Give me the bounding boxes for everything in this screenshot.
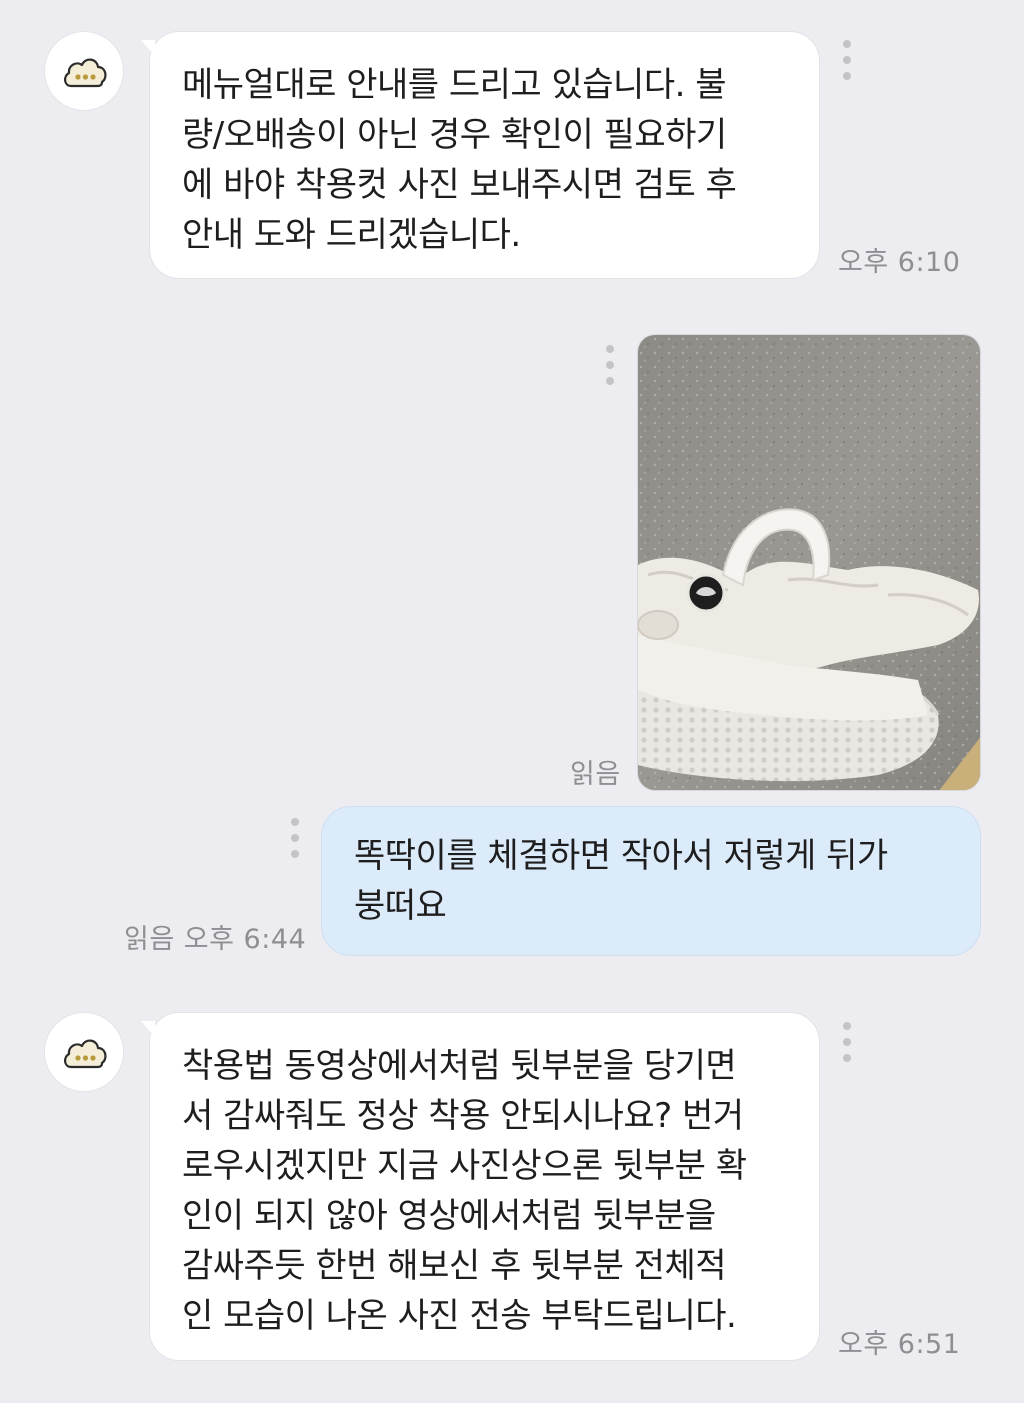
more-vertical-icon[interactable] bbox=[605, 345, 615, 389]
read-receipt-and-time: 읽음 오후 6:44 bbox=[124, 917, 306, 956]
more-vertical-icon[interactable] bbox=[290, 818, 300, 862]
message-text: 착용법 동영상에서처럼 뒷부분을 당기면 서 감싸줘도 정상 착용 안되시나요?… bbox=[182, 1046, 747, 1336]
more-vertical-icon[interactable] bbox=[842, 40, 852, 84]
read-receipt: 읽음 bbox=[570, 759, 621, 790]
photo-attachment[interactable] bbox=[637, 334, 981, 791]
message-bubble-outgoing[interactable]: 똑딱이를 체결하면 작아서 저렇게 뒤가 붕떠요 bbox=[321, 806, 981, 956]
cloud-dots-icon bbox=[64, 1039, 107, 1069]
cloud-dots-icon bbox=[64, 58, 107, 88]
bubble-tail bbox=[141, 40, 155, 56]
more-vertical-icon[interactable] bbox=[842, 1022, 852, 1066]
message-bubble-incoming[interactable]: 메뉴얼대로 안내를 드리고 있습니다. 불 량/오배송이 아닌 경우 확인이 필… bbox=[141, 31, 820, 279]
message-time: 오후 6:10 bbox=[838, 247, 961, 278]
shoe-photo-image bbox=[638, 335, 980, 790]
agent-avatar[interactable] bbox=[44, 1012, 124, 1092]
agent-avatar[interactable] bbox=[44, 31, 124, 111]
bubble-tail bbox=[141, 1021, 155, 1037]
message-time: 오후 6:51 bbox=[838, 1329, 961, 1360]
message-time: 오후 6:44 bbox=[183, 924, 307, 955]
read-receipt: 읽음 bbox=[124, 924, 175, 955]
message-bubble-incoming[interactable]: 착용법 동영상에서처럼 뒷부분을 당기면 서 감싸줘도 정상 착용 안되시나요?… bbox=[141, 1012, 820, 1361]
message-text: 똑딱이를 체결하면 작아서 저렇게 뒤가 붕떠요 bbox=[354, 836, 888, 926]
message-text: 메뉴얼대로 안내를 드리고 있습니다. 불 량/오배송이 아닌 경우 확인이 필… bbox=[182, 65, 737, 255]
